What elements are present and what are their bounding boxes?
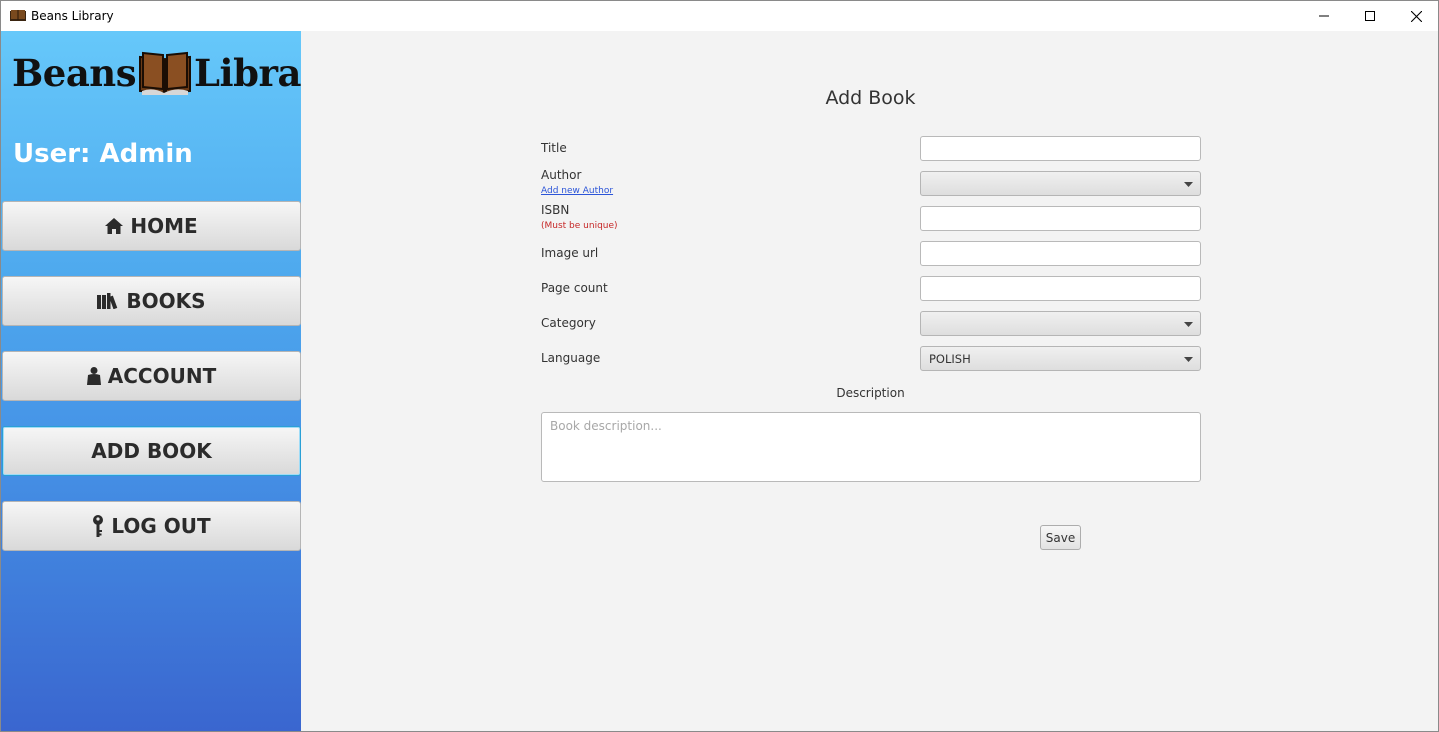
- book-icon: [10, 10, 26, 21]
- home-icon: [105, 218, 124, 234]
- author-select[interactable]: [920, 171, 1201, 196]
- nav-account-label: ACCOUNT: [107, 364, 217, 388]
- category-select[interactable]: [920, 311, 1201, 336]
- language-select[interactable]: POLISH: [920, 346, 1201, 371]
- logo-text-beans: Beans: [12, 51, 137, 95]
- page-count-input[interactable]: [920, 276, 1201, 301]
- language-label: Language: [541, 351, 601, 365]
- nav-home-label: HOME: [130, 214, 198, 238]
- page-count-label: Page count: [541, 281, 608, 295]
- isbn-unique-note: (Must be unique): [541, 221, 618, 231]
- author-label: Author: [541, 168, 582, 182]
- maximize-icon: [1365, 11, 1375, 21]
- nav-log-out-button[interactable]: LOG OUT: [2, 501, 301, 551]
- window-title: Beans Library: [31, 9, 114, 23]
- title-label: Title: [541, 141, 567, 155]
- person-icon: [86, 367, 101, 385]
- maximize-button[interactable]: [1347, 1, 1393, 31]
- title-bar: Beans Library: [1, 1, 1438, 31]
- nav-log-out-label: LOG OUT: [111, 514, 211, 538]
- image-url-input[interactable]: [920, 241, 1201, 266]
- nav-home-button[interactable]: HOME: [2, 201, 301, 251]
- category-label: Category: [541, 316, 596, 330]
- add-new-author-link[interactable]: Add new Author: [541, 186, 613, 196]
- app-logo: Beans Library: [12, 45, 341, 101]
- description-label: Description: [836, 386, 905, 400]
- chevron-down-icon: [1184, 357, 1193, 362]
- minimize-icon: [1319, 15, 1329, 17]
- isbn-label: ISBN: [541, 203, 570, 217]
- title-input[interactable]: [920, 136, 1201, 161]
- chevron-down-icon: [1184, 322, 1193, 327]
- app-window: Beans Library Beans Library User: Admin: [0, 0, 1439, 732]
- isbn-input[interactable]: [920, 206, 1201, 231]
- save-button[interactable]: Save: [1040, 525, 1081, 550]
- add-book-form: Add Book Title Author Add new Author ISB…: [301, 31, 1438, 731]
- books-icon: [97, 293, 118, 309]
- language-select-value: POLISH: [929, 352, 971, 366]
- nav-add-book-button[interactable]: ADD BOOK: [2, 426, 301, 476]
- sidebar: Beans Library User: Admin HOME BOOKS ACC…: [1, 31, 341, 731]
- description-textarea[interactable]: [541, 412, 1201, 482]
- close-button[interactable]: [1393, 1, 1439, 31]
- nav-books-button[interactable]: BOOKS: [2, 276, 301, 326]
- key-icon: [93, 515, 104, 537]
- chevron-down-icon: [1184, 182, 1193, 187]
- close-icon: [1410, 10, 1422, 22]
- image-url-label: Image url: [541, 246, 599, 260]
- nav-add-book-label: ADD BOOK: [91, 439, 212, 463]
- open-book-icon: [139, 51, 192, 95]
- page-title: Add Book: [825, 87, 916, 109]
- nav-books-label: BOOKS: [126, 289, 206, 313]
- minimize-button[interactable]: [1301, 1, 1347, 31]
- user-label: User: Admin: [13, 139, 193, 169]
- nav-account-button[interactable]: ACCOUNT: [2, 351, 301, 401]
